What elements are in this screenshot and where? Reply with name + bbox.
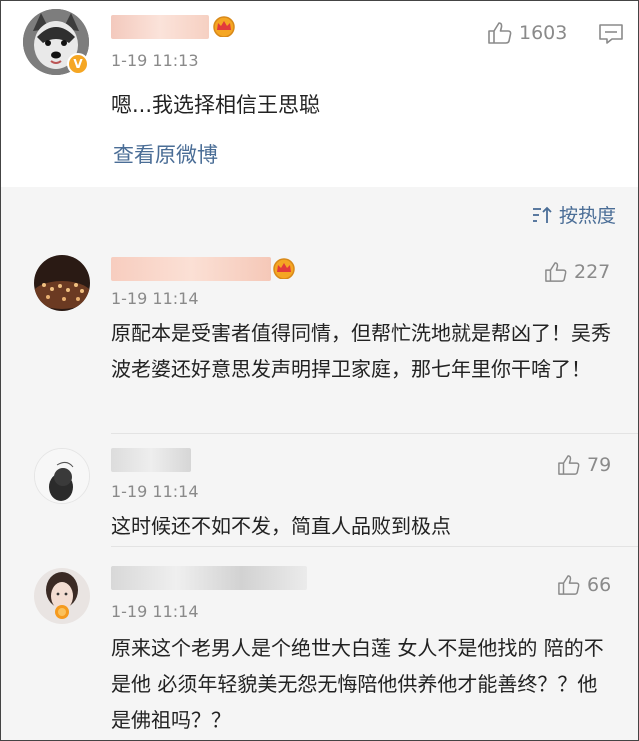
- sort-by-hot-button[interactable]: 按热度: [531, 201, 616, 228]
- avatar[interactable]: [34, 448, 90, 504]
- thumbs-up-icon: [558, 575, 580, 595]
- like-count: 66: [587, 574, 612, 596]
- username-blurred[interactable]: [111, 566, 307, 590]
- avatar[interactable]: [34, 568, 90, 624]
- thumbs-up-icon: [558, 455, 580, 475]
- comment-like-button[interactable]: 227: [544, 261, 610, 283]
- username-blurred[interactable]: [111, 15, 209, 39]
- crown-icon: [273, 258, 295, 279]
- username-blurred[interactable]: [111, 448, 191, 472]
- thumbs-up-icon: [488, 22, 512, 44]
- original-post: V 1-19 11:13 1603 嗯...我选择相信王思聪 查看原微博: [1, 1, 638, 187]
- comment-item: 1-19 11:14 66 原来这个老男人是个绝世大白莲 女人不是他找的 陪的不…: [1, 554, 638, 740]
- post-time: 1-19 11:13: [111, 51, 199, 70]
- like-count: 79: [587, 454, 612, 476]
- verified-badge-icon: V: [67, 53, 89, 75]
- sort-label: 按热度: [558, 205, 616, 227]
- comment-item: 1-19 11:14 227 原配本是受害者值得同情，但帮忙洗地就是帮凶了！吴秀…: [1, 241, 638, 434]
- username-blurred[interactable]: [111, 257, 271, 281]
- post-text: 嗯...我选择相信王思聪: [111, 93, 321, 117]
- comment-item: 1-19 11:14 79 这时候还不如不发，简直人品败到极点: [1, 434, 638, 547]
- comment-time: 1-19 11:14: [111, 289, 199, 308]
- view-original-link[interactable]: 查看原微博: [113, 139, 218, 169]
- like-count: 1603: [519, 22, 568, 44]
- comment-text: 原来这个老男人是个绝世大白莲 女人不是他找的 陪的不是他 必须年轻貌美无怨无悔陪…: [111, 636, 604, 732]
- crown-icon: [213, 16, 235, 37]
- like-count: 227: [574, 261, 611, 283]
- comment-text: 原配本是受害者值得同情，但帮忙洗地就是帮凶了！吴秀波老婆还好意思发声明捍卫家庭，…: [111, 321, 611, 381]
- comment-text: 这时候还不如不发，简直人品败到极点: [111, 514, 451, 538]
- sort-icon: [532, 206, 552, 223]
- comment-time: 1-19 11:14: [111, 482, 199, 501]
- comment-icon[interactable]: [598, 23, 624, 45]
- divider: [111, 546, 638, 547]
- thumbs-up-icon: [545, 262, 567, 282]
- comment-like-button[interactable]: 79: [557, 454, 611, 476]
- avatar[interactable]: [34, 255, 90, 311]
- weibo-comment-screen: V 1-19 11:13 1603 嗯...我选择相信王思聪 查看原微博 按热度…: [0, 0, 639, 741]
- comment-time: 1-19 11:14: [111, 602, 199, 621]
- post-like-button[interactable]: 1603: [487, 21, 567, 45]
- comment-like-button[interactable]: 66: [557, 574, 611, 596]
